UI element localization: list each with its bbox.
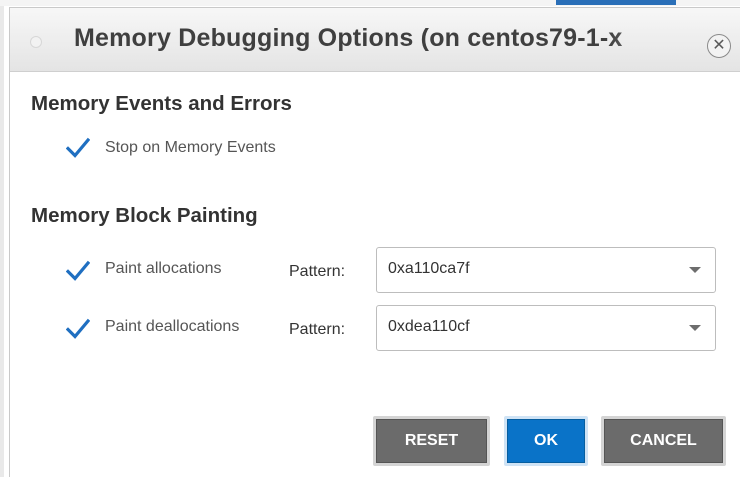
paint-allocations-pattern-select[interactable]: 0xa110ca7f — [376, 247, 716, 293]
reset-button[interactable]: RESET — [373, 416, 490, 466]
checkmark-icon — [66, 137, 90, 158]
ok-button[interactable]: OK — [504, 416, 588, 466]
stop-on-memory-events-checkbox[interactable] — [66, 136, 90, 160]
memory-debugging-dialog: Memory Debugging Options (on centos79-1-… — [9, 7, 740, 477]
paint-allocations-pattern-label: Pattern: — [289, 263, 346, 280]
chevron-down-icon — [689, 267, 701, 273]
stop-on-memory-events-label: Stop on Memory Events — [105, 139, 276, 156]
section-heading-memory-events: Memory Events and Errors — [31, 92, 292, 115]
dialog-title: Memory Debugging Options (on centos79-1-… — [74, 24, 623, 52]
cancel-button[interactable]: CANCEL — [601, 416, 726, 466]
paint-deallocations-pattern-select[interactable]: 0xdea110cf — [376, 305, 716, 351]
paint-allocations-label: Paint allocations — [105, 260, 222, 277]
close-icon[interactable]: ✕ — [707, 34, 731, 58]
paint-deallocations-pattern-value: 0xdea110cf — [388, 318, 470, 335]
paint-allocations-pattern-value: 0xa110ca7f — [388, 260, 470, 277]
paint-allocations-checkbox[interactable] — [66, 259, 90, 283]
checkmark-icon — [66, 318, 90, 339]
section-heading-block-painting: Memory Block Painting — [31, 204, 258, 227]
paint-deallocations-checkbox[interactable] — [66, 317, 90, 341]
window-menu-icon[interactable] — [30, 36, 42, 48]
background-window-accent — [556, 0, 676, 5]
paint-deallocations-label: Paint deallocations — [105, 318, 240, 335]
background-window-edge — [0, 6, 4, 477]
dialog-titlebar[interactable]: Memory Debugging Options (on centos79-1-… — [10, 8, 740, 72]
paint-deallocations-pattern-label: Pattern: — [289, 321, 346, 338]
chevron-down-icon — [689, 325, 701, 331]
checkmark-icon — [66, 260, 90, 281]
screen: Memory Debugging Options (on centos79-1-… — [0, 0, 740, 477]
